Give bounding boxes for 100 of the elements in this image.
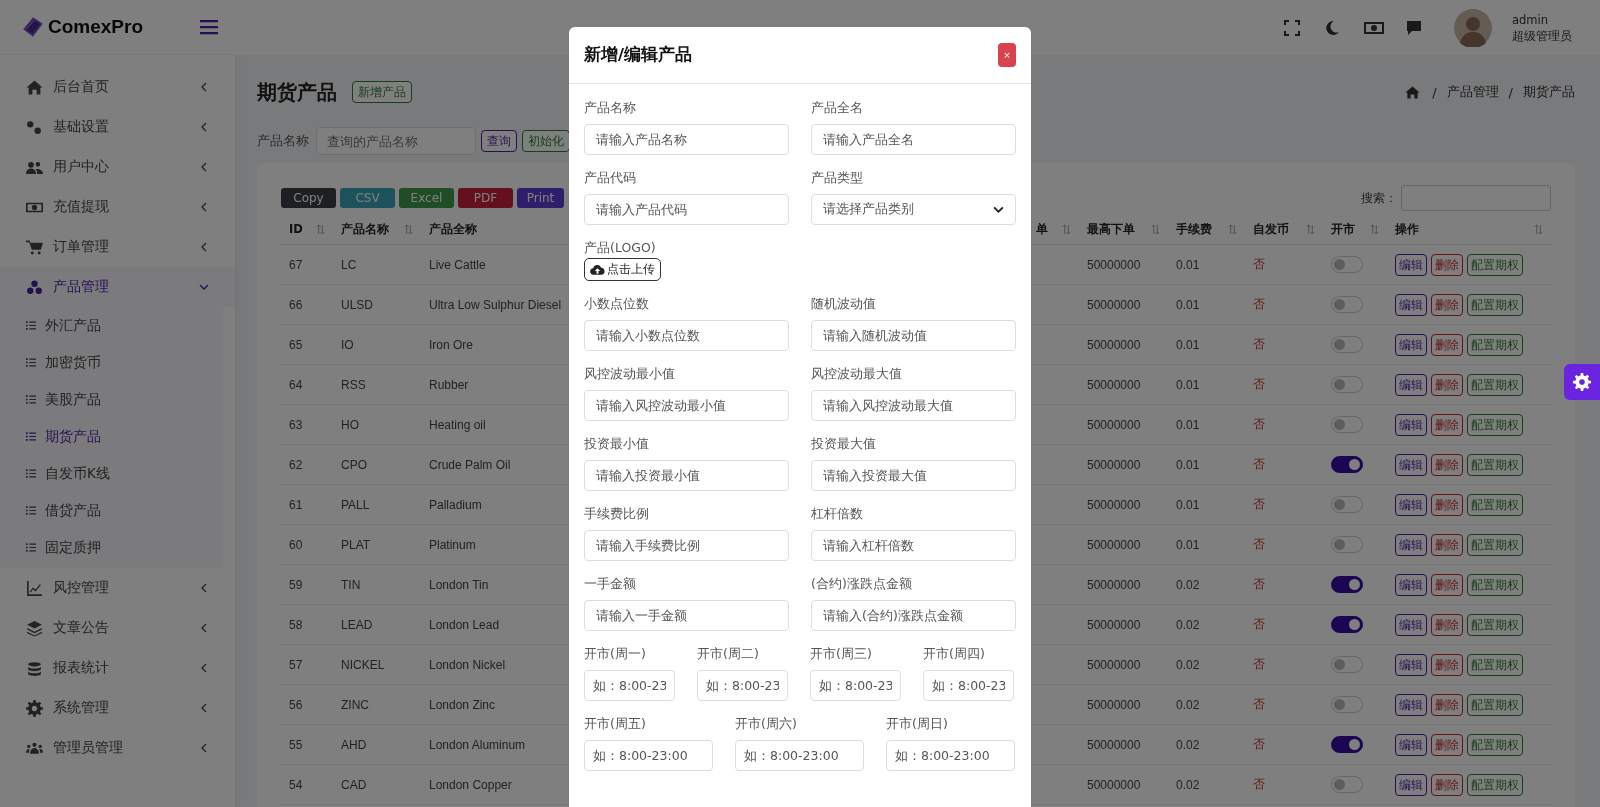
input-field[interactable]: 请输入一手金额 (584, 600, 789, 631)
product-name-filter-field[interactable]: 查询的产品名称 (316, 127, 476, 155)
input-field[interactable]: 请输入随机波动值 (811, 320, 1016, 351)
input-field[interactable]: 如：8:00-23:00 (584, 740, 713, 771)
export-button[interactable]: Copy (281, 188, 336, 208)
input-field[interactable]: 如：8:00-23:00 (886, 740, 1015, 771)
row-action-button[interactable]: 删除 (1431, 413, 1463, 436)
upload-button[interactable]: 点击上传 (584, 258, 661, 281)
row-action-button[interactable]: 删除 (1431, 533, 1463, 556)
column-header[interactable]: 手续费 (1168, 214, 1245, 244)
row-action-button[interactable]: 编辑 (1395, 533, 1427, 556)
row-action-button[interactable]: 删除 (1431, 293, 1463, 316)
row-action-button[interactable]: 删除 (1431, 453, 1463, 476)
input-field[interactable]: 请输入投资最大值 (811, 460, 1016, 491)
row-action-button[interactable]: 配置期权 (1467, 733, 1523, 756)
input-field[interactable]: 请输入手续费比例 (584, 530, 789, 561)
filter-button[interactable]: 查询 (481, 130, 517, 152)
input-field[interactable]: 请输入风控波动最小值 (584, 390, 789, 421)
sidebar-item[interactable]: 风控管理 (0, 568, 235, 608)
row-action-button[interactable]: 编辑 (1395, 733, 1427, 756)
submenu-item[interactable]: 自发币K线 (0, 455, 223, 492)
sidebar-item[interactable]: 充值提现 (0, 187, 235, 227)
close-button[interactable]: × (998, 43, 1016, 67)
row-action-button[interactable]: 编辑 (1395, 773, 1427, 796)
submenu-item[interactable]: 美股产品 (0, 381, 223, 418)
row-action-button[interactable]: 配置期权 (1467, 493, 1523, 516)
export-button[interactable]: Excel (399, 188, 454, 208)
avatar[interactable] (1454, 8, 1492, 47)
sidebar-item[interactable]: 文章公告 (0, 608, 235, 648)
row-action-button[interactable]: 编辑 (1395, 573, 1427, 596)
row-action-button[interactable]: 配置期权 (1467, 613, 1523, 636)
row-action-button[interactable]: 配置期权 (1467, 253, 1523, 276)
row-action-button[interactable]: 编辑 (1395, 613, 1427, 636)
submenu-item[interactable]: 外汇产品 (0, 307, 223, 344)
row-action-button[interactable]: 编辑 (1395, 413, 1427, 436)
input-field[interactable]: 如：8:00-23 (697, 670, 788, 701)
row-action-button[interactable]: 编辑 (1395, 693, 1427, 716)
sidebar-item[interactable]: 后台首页 (0, 67, 235, 107)
row-action-button[interactable]: 删除 (1431, 253, 1463, 276)
column-header[interactable]: 操作 (1387, 214, 1551, 244)
row-action-button[interactable]: 删除 (1431, 693, 1463, 716)
column-header[interactable]: 最高下单 (1079, 214, 1168, 244)
column-header[interactable]: 开市 (1323, 214, 1387, 244)
export-button[interactable]: CSV (340, 188, 395, 208)
input-field[interactable]: 如：8:00-23 (810, 670, 901, 701)
row-action-button[interactable]: 编辑 (1395, 293, 1427, 316)
row-action-button[interactable]: 删除 (1431, 653, 1463, 676)
row-action-button[interactable]: 配置期权 (1467, 453, 1523, 476)
row-action-button[interactable]: 编辑 (1395, 333, 1427, 356)
row-action-button[interactable]: 配置期权 (1467, 693, 1523, 716)
row-action-button[interactable]: 编辑 (1395, 493, 1427, 516)
search-field[interactable] (1401, 185, 1551, 211)
sidebar-item[interactable]: 订单管理 (0, 227, 235, 267)
toggle-switch[interactable] (1331, 456, 1363, 473)
row-action-button[interactable]: 删除 (1431, 333, 1463, 356)
row-action-button[interactable]: 删除 (1431, 573, 1463, 596)
input-field[interactable]: 如：8:00-23:00 (735, 740, 864, 771)
row-action-button[interactable]: 配置期权 (1467, 293, 1523, 316)
row-action-button[interactable]: 编辑 (1395, 253, 1427, 276)
input-field[interactable]: 请输入(合约)涨跌点金额 (811, 600, 1016, 631)
filter-button[interactable]: 初始化 (522, 130, 570, 152)
row-action-button[interactable]: 配置期权 (1467, 333, 1523, 356)
row-action-button[interactable]: 编辑 (1395, 453, 1427, 476)
add-product-button[interactable]: 新增产品 (352, 81, 412, 103)
fullscreen-icon[interactable] (1284, 19, 1300, 36)
chat-icon[interactable] (1406, 19, 1422, 36)
column-header[interactable]: 自发币 (1245, 214, 1323, 244)
row-action-button[interactable]: 编辑 (1395, 373, 1427, 396)
input-field[interactable]: 请输入杠杆倍数 (811, 530, 1016, 561)
row-action-button[interactable]: 配置期权 (1467, 773, 1523, 796)
row-action-button[interactable]: 配置期权 (1467, 373, 1523, 396)
row-action-button[interactable]: 配置期权 (1467, 413, 1523, 436)
sidebar-item[interactable]: 产品管理 (0, 267, 235, 307)
input-field[interactable]: 请输入投资最小值 (584, 460, 789, 491)
export-button[interactable]: PDF (458, 188, 513, 208)
row-action-button[interactable]: 删除 (1431, 773, 1463, 796)
sidebar-item[interactable]: 系统管理 (0, 688, 235, 728)
row-action-button[interactable]: 删除 (1431, 613, 1463, 636)
input-field[interactable]: 如：8:00-23 (584, 670, 675, 701)
sidebar-item[interactable]: 管理员管理 (0, 728, 235, 768)
row-action-button[interactable]: 删除 (1431, 493, 1463, 516)
submenu-item[interactable]: 加密货币 (0, 344, 223, 381)
column-header[interactable]: ID (281, 214, 333, 244)
moon-icon[interactable] (1324, 19, 1340, 36)
row-action-button[interactable]: 删除 (1431, 733, 1463, 756)
sidebar-item[interactable]: 基础设置 (0, 107, 235, 147)
input-field[interactable]: 请输入产品名称 (584, 124, 789, 155)
submenu-item[interactable]: 期货产品 (0, 418, 223, 455)
column-header[interactable]: 产品名称 (333, 214, 421, 244)
menu-icon[interactable] (200, 19, 218, 35)
breadcrumb-item[interactable]: 产品管理 (1446, 83, 1499, 101)
banknote-icon[interactable] (1364, 20, 1384, 35)
row-action-button[interactable]: 配置期权 (1467, 573, 1523, 596)
export-button[interactable]: Print (517, 188, 564, 208)
settings-button[interactable] (1564, 364, 1600, 400)
row-action-button[interactable]: 编辑 (1395, 653, 1427, 676)
input-field[interactable]: 如：8:00-23 (923, 670, 1014, 701)
submenu-item[interactable]: 固定质押 (0, 529, 223, 566)
row-action-button[interactable]: 配置期权 (1467, 653, 1523, 676)
row-action-button[interactable]: 配置期权 (1467, 533, 1523, 556)
